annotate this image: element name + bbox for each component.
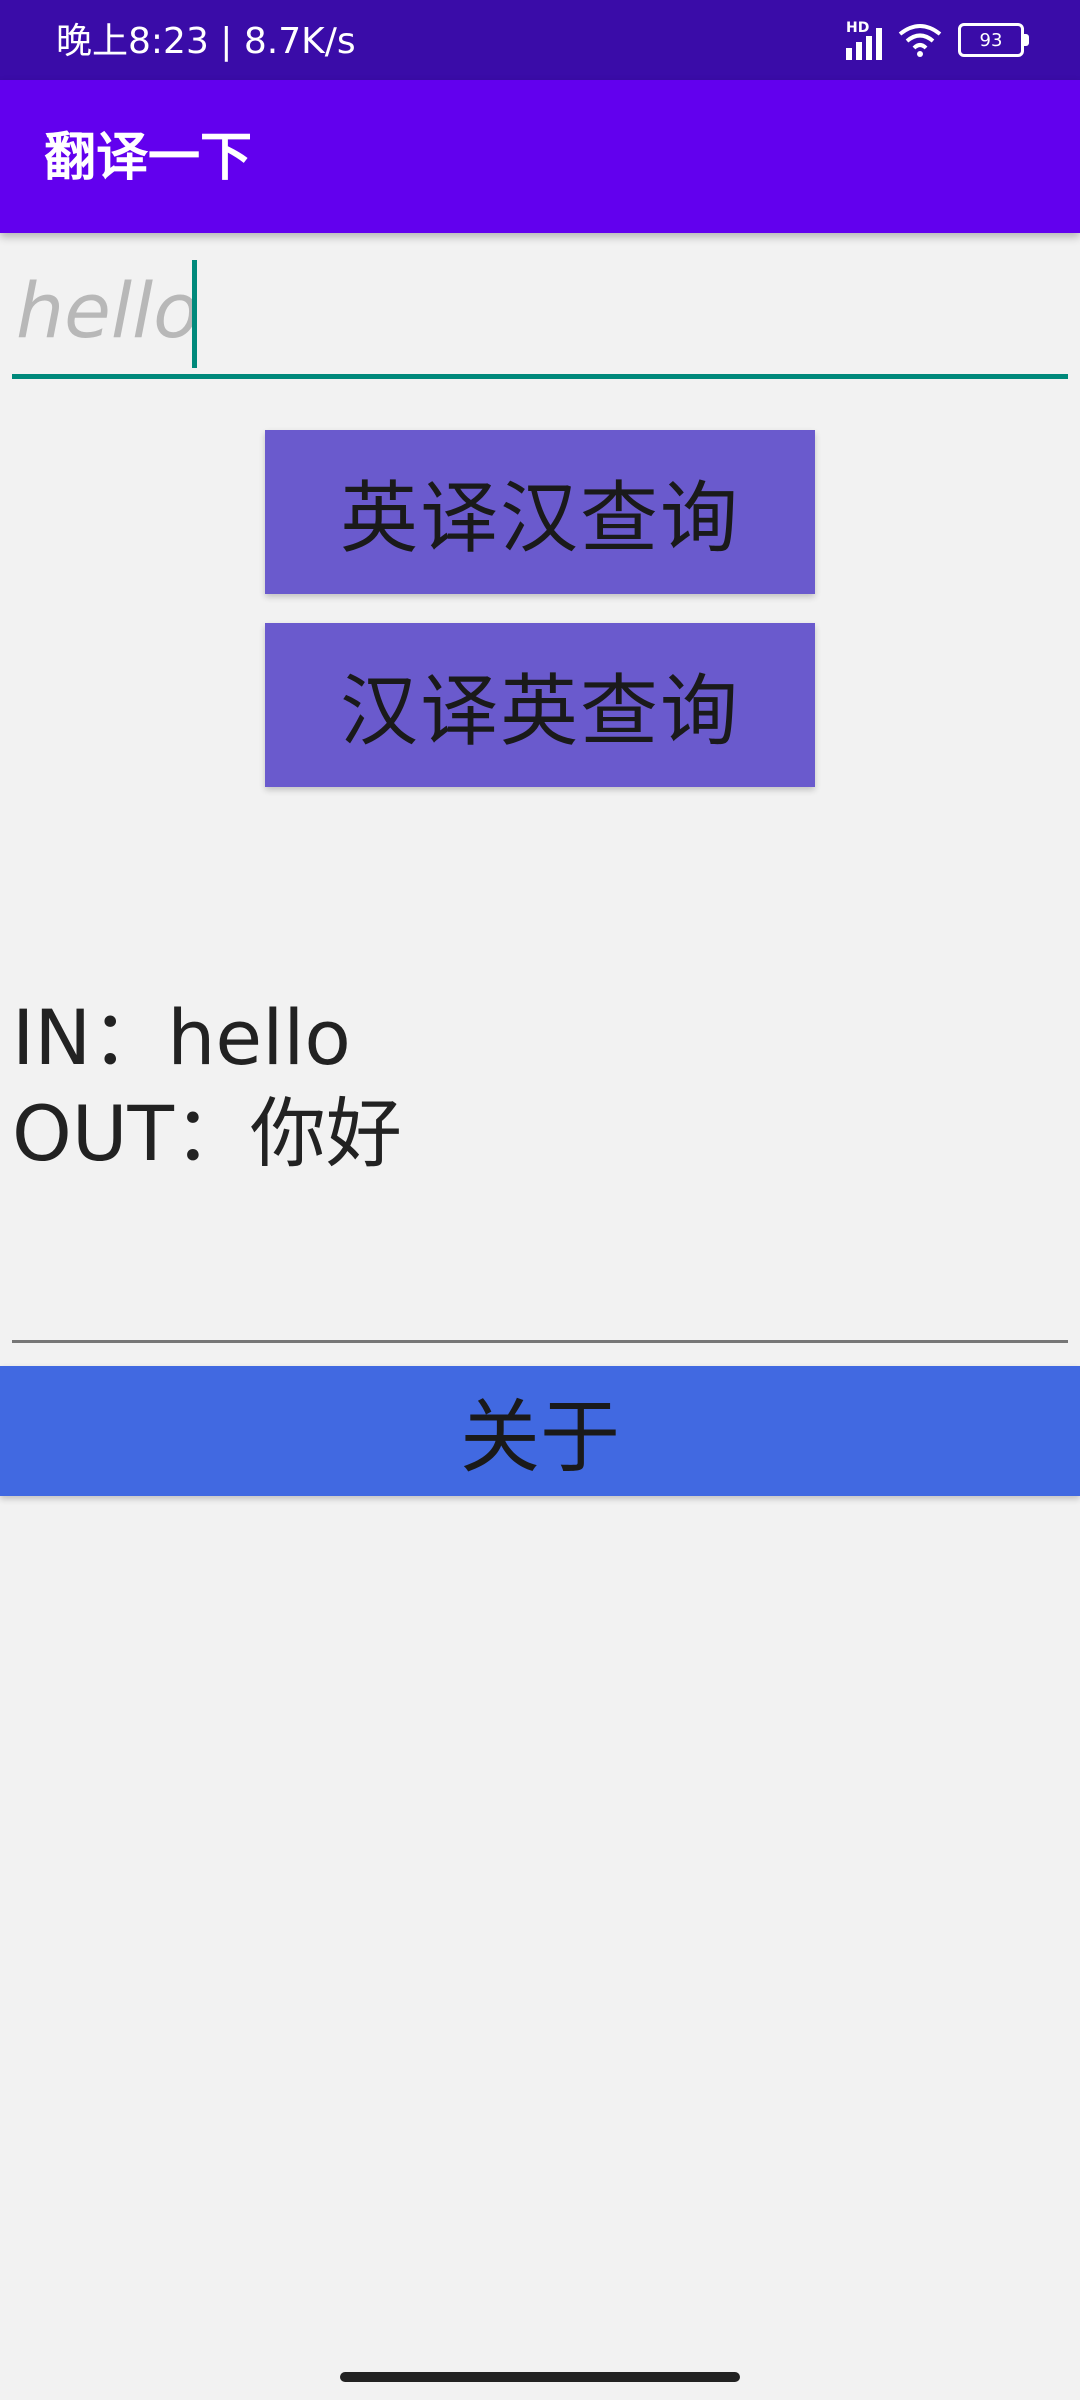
- zh-to-en-query-button[interactable]: 汉译英查询: [265, 623, 815, 787]
- status-time-speed: 晚上8:23 | 8.7K/s: [56, 21, 356, 62]
- signal-icon: HD: [846, 20, 882, 60]
- status-icons: HD 93: [846, 20, 1029, 60]
- result-output-line: OUT：你好: [12, 1089, 402, 1178]
- result-input-line: IN：hello: [12, 993, 351, 1082]
- battery-icon: 93: [958, 23, 1029, 57]
- en-to-zh-query-button[interactable]: 英译汉查询: [265, 430, 815, 594]
- signal-hd-label: HD: [846, 20, 870, 36]
- input-underline: [12, 374, 1068, 379]
- app-title: 翻译一下: [44, 128, 253, 188]
- text-cursor: [192, 260, 197, 368]
- divider: [12, 1340, 1068, 1343]
- word-input-container: [12, 250, 1068, 380]
- status-bar: 晚上8:23 | 8.7K/s HD 93: [0, 0, 1080, 80]
- app-bar: 翻译一下: [0, 80, 1080, 233]
- word-input[interactable]: [12, 250, 1068, 370]
- wifi-icon: [898, 24, 942, 57]
- home-indicator[interactable]: [340, 2372, 740, 2382]
- about-button[interactable]: 关于: [0, 1366, 1080, 1496]
- battery-level: 93: [979, 29, 1003, 51]
- translation-result: IN：hello OUT：你好: [12, 990, 402, 1182]
